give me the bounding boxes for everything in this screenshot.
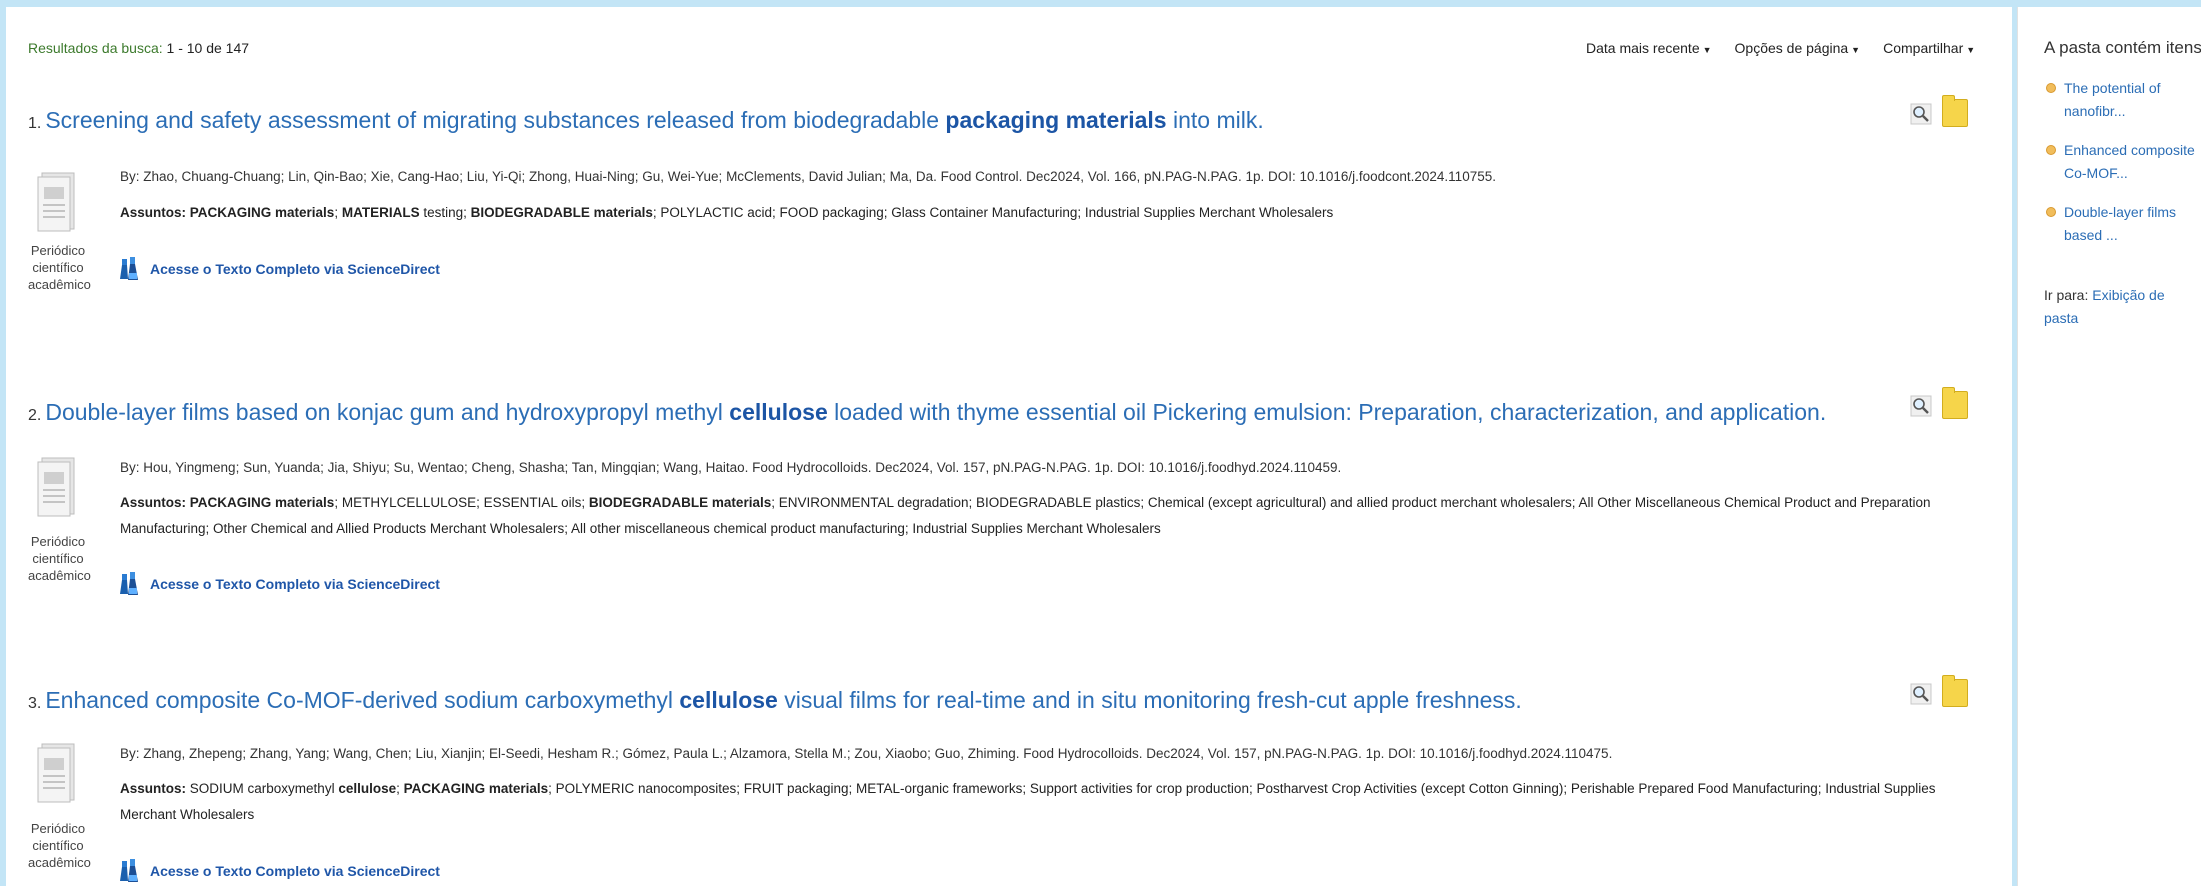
publication-type: Periódico científico acadêmico: [28, 534, 91, 583]
page-options-label: Opções de página: [1734, 40, 1849, 56]
sidebar-folder-item-label: Double-layer films based ...: [2064, 204, 2177, 243]
record-byline: By: Hou, Yingmeng; Sun, Yuanda; Jia, Shi…: [120, 460, 1342, 475]
page-options-dropdown[interactable]: Opções de página ▼: [1735, 40, 1861, 56]
record-title-link[interactable]: Double-layer films based on konjac gum a…: [45, 399, 1826, 425]
subject-text: ; METHYLCELLULOSE; ESSENTIAL oils;: [334, 495, 589, 510]
folder-view-goto: Ir para: Exibição de pasta: [2044, 284, 2194, 330]
results-label: Resultados da busca:: [28, 40, 163, 56]
flask-icon: [120, 257, 138, 280]
sidebar-title: A pasta contém itens: [2044, 38, 2201, 57]
title-text: Screening and safety assessment of migra…: [45, 107, 946, 133]
record-title-row: 1. Screening and safety assessment of mig…: [28, 107, 1264, 134]
fulltext-link[interactable]: Acesse o Texto Completo via ScienceDirec…: [120, 257, 440, 281]
bullet-icon: [2046, 83, 2056, 93]
fulltext-link[interactable]: Acesse o Texto Completo via ScienceDirec…: [120, 859, 440, 883]
magnifier-icon[interactable]: [1910, 683, 1932, 705]
share-dropdown[interactable]: Compartilhar ▼: [1883, 40, 1975, 56]
bullet-icon: [2046, 207, 2056, 217]
folder-icon[interactable]: [1942, 675, 1968, 707]
results-count: 1 - 10 de 147: [166, 40, 250, 56]
record-number: 2.: [28, 407, 42, 424]
subjects-label: Assuntos:: [120, 495, 187, 510]
share-label: Compartilhar: [1883, 40, 1964, 56]
folder-sidebar: A pasta contém itens The potential of na…: [2017, 7, 2201, 886]
document-icon: [37, 457, 75, 517]
flask-icon: [120, 859, 138, 882]
folder-icon[interactable]: [1942, 387, 1968, 419]
subject-term[interactable]: PACKAGING materials: [190, 495, 335, 510]
subjects-label: Assuntos:: [120, 781, 187, 796]
sidebar-folder-item-label: The potential of nanofibr...: [2064, 80, 2161, 119]
title-text: visual films for real-time and in situ m…: [777, 687, 1522, 713]
sort-dropdown[interactable]: Data mais recente ▼: [1586, 40, 1712, 56]
subject-text: SODIUM carboxymethyl: [189, 781, 339, 796]
record-title-row: 2. Double-layer films based on konjac gum…: [28, 399, 1826, 426]
record-byline: By: Zhang, Zhepeng; Zhang, Yang; Wang, C…: [120, 746, 1613, 761]
record-actions: [1910, 675, 1968, 707]
publication-type: Periódico científico acadêmico: [28, 821, 91, 870]
subject-term[interactable]: PACKAGING materials: [190, 205, 335, 220]
folder-icon[interactable]: [1942, 95, 1968, 127]
sidebar-folder-list: The potential of nanofibr... Enhanced co…: [2044, 77, 2201, 263]
title-text: loaded with thyme essential oil Pickerin…: [827, 399, 1827, 425]
goto-label: Ir para:: [2044, 287, 2089, 303]
fulltext-link-label: Acesse o Texto Completo via ScienceDirec…: [150, 863, 440, 879]
record-actions: [1910, 95, 1968, 127]
sidebar-folder-item[interactable]: Double-layer films based ...: [2044, 201, 2201, 247]
sidebar-folder-item[interactable]: The potential of nanofibr...: [2044, 77, 2201, 123]
subject-text: ;: [396, 781, 404, 796]
results-toolbar: Resultados da busca: 1 - 10 de 147 Data …: [28, 40, 2012, 62]
subject-text: ; POLYLACTIC acid; FOOD packaging; Glass…: [652, 205, 1334, 220]
subject-term[interactable]: BIODEGRADABLE materials: [589, 495, 771, 510]
document-icon: [37, 172, 75, 232]
title-highlight: cellulose: [729, 399, 828, 425]
subject-term[interactable]: cellulose: [338, 781, 396, 796]
fulltext-link-label: Acesse o Texto Completo via ScienceDirec…: [150, 261, 440, 277]
sidebar-folder-item[interactable]: Enhanced composite Co-MOF...: [2044, 139, 2201, 185]
record-subjects: Assuntos: SODIUM carboxymethyl cellulose…: [120, 776, 1980, 828]
record-subjects: Assuntos: PACKAGING materials; MATERIALS…: [120, 200, 1980, 226]
record-byline: By: Zhao, Chuang-Chuang; Lin, Qin-Bao; X…: [120, 169, 1496, 184]
subject-term[interactable]: PACKAGING materials: [404, 781, 549, 796]
subject-term[interactable]: BIODEGRADABLE materials: [471, 205, 653, 220]
caret-down-icon: ▼: [1851, 45, 1861, 55]
title-highlight: packaging materials: [945, 107, 1167, 133]
magnifier-icon[interactable]: [1910, 103, 1932, 125]
record-number: 1.: [28, 115, 42, 132]
flask-icon: [120, 572, 138, 595]
sidebar-folder-item-label: Enhanced composite Co-MOF...: [2064, 142, 2195, 181]
fulltext-link[interactable]: Acesse o Texto Completo via ScienceDirec…: [120, 572, 440, 596]
record-actions: [1910, 387, 1968, 419]
title-text: into milk.: [1166, 107, 1264, 133]
magnifier-icon[interactable]: [1910, 395, 1932, 417]
record-number: 3.: [28, 695, 42, 712]
document-icon: [37, 743, 75, 803]
subjects-label: Assuntos:: [120, 205, 187, 220]
bullet-icon: [2046, 145, 2056, 155]
record-title-link[interactable]: Enhanced composite Co-MOF-derived sodium…: [45, 687, 1521, 713]
publication-type: Periódico científico acadêmico: [28, 243, 91, 292]
subject-term[interactable]: MATERIALS: [342, 205, 420, 220]
subject-text: ;: [334, 205, 342, 220]
record-subjects: Assuntos: PACKAGING materials; METHYLCEL…: [120, 490, 1980, 542]
title-text: Enhanced composite Co-MOF-derived sodium…: [45, 687, 680, 713]
fulltext-link-label: Acesse o Texto Completo via ScienceDirec…: [150, 576, 440, 592]
results-controls: Data mais recente ▼ Opções de página ▼ Com…: [1586, 40, 1975, 56]
caret-down-icon: ▼: [1966, 45, 1976, 55]
sort-label: Data mais recente: [1586, 40, 1700, 56]
title-text: Double-layer films based on konjac gum a…: [45, 399, 730, 425]
title-highlight: cellulose: [679, 687, 778, 713]
results-panel: Resultados da busca: 1 - 10 de 147 Data …: [6, 7, 2012, 886]
record-title-link[interactable]: Screening and safety assessment of migra…: [45, 107, 1263, 133]
subject-text: testing;: [419, 205, 471, 220]
record-title-row: 3. Enhanced composite Co-MOF-derived sodi…: [28, 687, 1522, 714]
caret-down-icon: ▼: [1702, 45, 1712, 55]
